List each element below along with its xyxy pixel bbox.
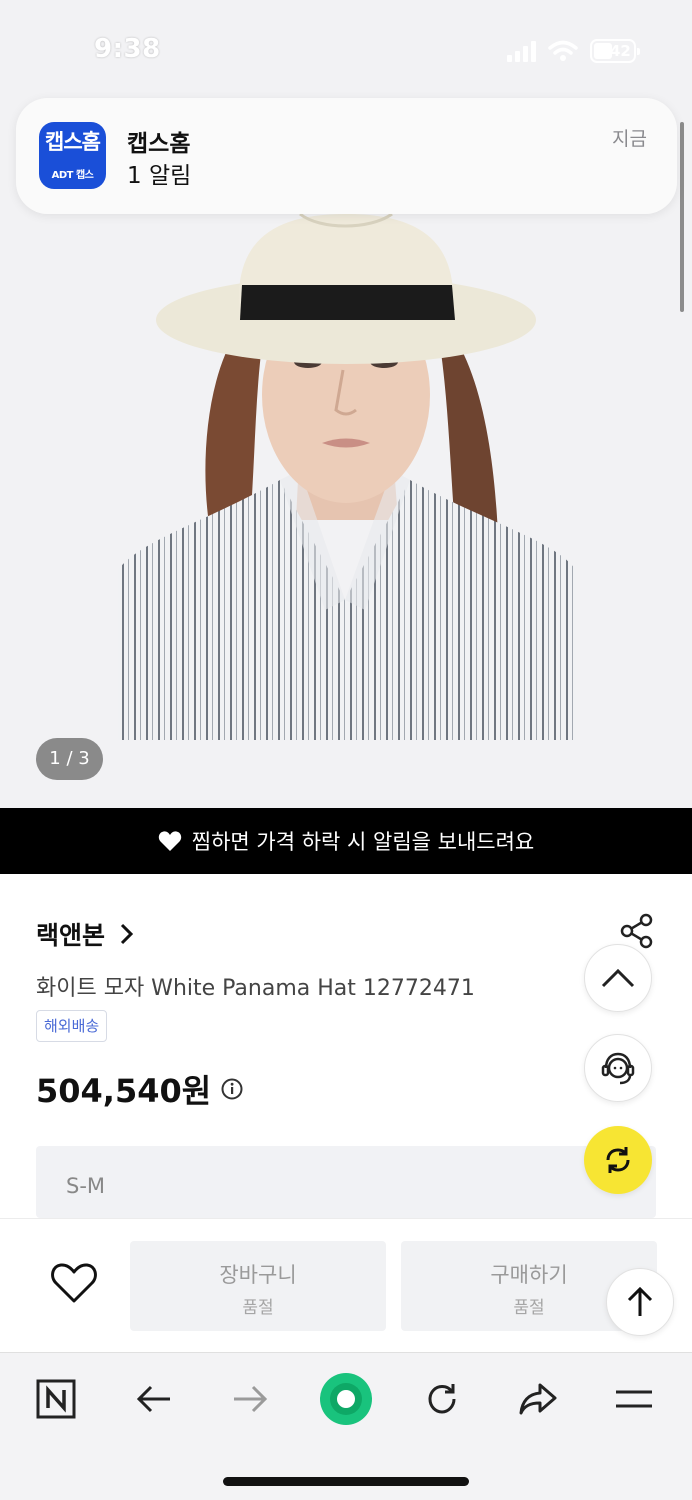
product-price: 504,540원 — [36, 1066, 243, 1112]
forward-button[interactable] — [226, 1375, 274, 1423]
naver-n-icon — [36, 1379, 76, 1419]
arrow-right-icon — [234, 1385, 268, 1413]
option-selected-value: S-M — [66, 1174, 106, 1198]
option-select[interactable]: S-M — [36, 1146, 656, 1218]
share-page-button[interactable] — [514, 1375, 562, 1423]
price-value: 504,540원 — [36, 1072, 212, 1110]
recommend-refresh-button[interactable] — [584, 1126, 652, 1194]
chevron-right-icon — [120, 923, 134, 945]
heart-icon — [158, 831, 181, 851]
app-icon-subtext: ADT 캡스 — [51, 170, 94, 181]
info-icon[interactable] — [221, 1078, 243, 1100]
push-notification[interactable]: 캡스홈 ADT 캡스 캡스홈 1 알림 지금 — [16, 98, 677, 214]
cellular-signal-icon — [507, 40, 536, 62]
sync-arrows-icon — [606, 1147, 630, 1173]
collapse-button[interactable] — [584, 944, 652, 1012]
chevron-up-icon — [601, 968, 635, 988]
arrow-left-icon — [136, 1385, 170, 1413]
naver-green-dot-button[interactable] — [318, 1371, 374, 1427]
reload-button[interactable] — [418, 1375, 466, 1423]
overseas-shipping-badge: 해외배송 — [36, 1010, 108, 1042]
back-button[interactable] — [130, 1375, 178, 1423]
image-page-counter: 1 / 3 — [36, 738, 103, 780]
reload-icon — [428, 1384, 456, 1414]
green-dot-icon — [320, 1373, 372, 1425]
hamburger-menu-icon — [616, 1390, 652, 1408]
share-arrow-icon — [519, 1383, 557, 1415]
notification-time: 지금 — [612, 128, 647, 150]
battery-icon: 42 — [590, 39, 640, 63]
notification-body: 1 알림 — [127, 163, 192, 189]
menu-button[interactable] — [610, 1375, 658, 1423]
status-time: 9:38 — [94, 34, 161, 64]
scroll-to-top-button[interactable] — [606, 1268, 674, 1336]
status-icons: 42 — [507, 36, 640, 66]
notification-title: 캡스홈 — [127, 131, 191, 157]
naver-home-button[interactable] — [32, 1375, 80, 1423]
cart-label: 장바구니 — [219, 1263, 297, 1287]
wishlist-alert-banner[interactable]: 찜하면 가격 하락 시 알림을 보내드려요 — [0, 808, 692, 874]
home-indicator[interactable] — [223, 1477, 469, 1486]
battery-level: 42 — [610, 42, 631, 60]
arrow-up-icon — [627, 1286, 653, 1316]
product-name: 화이트 모자 White Panama Hat 12772471 — [36, 976, 475, 1001]
heart-outline-icon — [51, 1263, 97, 1303]
brand-name: 랙앤본 — [36, 921, 106, 950]
app-icon: 캡스홈 ADT 캡스 — [39, 122, 106, 189]
customer-service-button[interactable] — [584, 1034, 652, 1102]
brand-link[interactable]: 랙앤본 — [36, 916, 135, 952]
wishlist-banner-text: 찜하면 가격 하락 시 알림을 보내드려요 — [191, 830, 535, 854]
cart-status: 품절 — [242, 1298, 274, 1318]
headset-agent-icon — [601, 1052, 635, 1085]
app-icon-text: 캡스홈 — [45, 130, 101, 154]
purchase-bar: 장바구니 품절 구매하기 품절 — [0, 1218, 692, 1352]
wishlist-button[interactable] — [48, 1257, 100, 1309]
wifi-icon — [548, 40, 578, 61]
scroll-indicator[interactable] — [680, 122, 684, 312]
add-to-cart-button[interactable]: 장바구니 품절 — [130, 1241, 386, 1331]
